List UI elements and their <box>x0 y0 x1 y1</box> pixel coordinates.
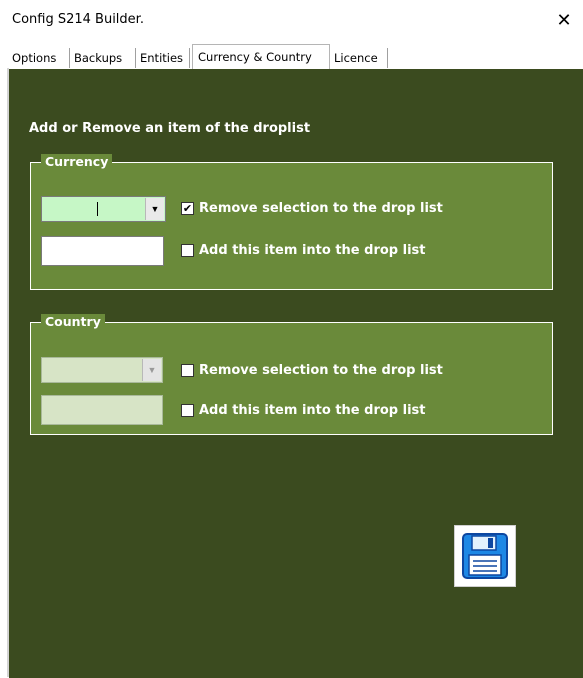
country-remove-checkbox-row[interactable]: Remove selection to the drop list <box>181 363 443 378</box>
tab-options[interactable]: Options <box>8 48 70 68</box>
country-add-checkbox-row[interactable]: Add this item into the drop list <box>181 403 425 418</box>
window-title: Config S214 Builder. <box>12 12 144 27</box>
text-cursor <box>97 202 98 216</box>
country-add-label: Add this item into the drop list <box>199 403 426 418</box>
close-button[interactable]: ✕ <box>545 0 583 40</box>
currency-dropdown-value <box>44 199 145 219</box>
country-remove-label: Remove selection to the drop list <box>199 363 443 378</box>
country-add-input[interactable] <box>41 395 163 425</box>
currency-add-checkbox-row[interactable]: Add this item into the drop list <box>181 243 425 258</box>
country-group: Country ▼ Remove selection to the drop l… <box>30 314 553 435</box>
currency-add-input[interactable] <box>41 236 164 266</box>
currency-add-checkbox[interactable] <box>181 244 194 257</box>
tab-backups[interactable]: Backups <box>70 48 136 68</box>
country-remove-checkbox[interactable] <box>181 364 194 377</box>
currency-add-label: Add this item into the drop list <box>199 243 426 258</box>
country-add-checkbox[interactable] <box>181 404 194 417</box>
close-icon: ✕ <box>556 9 572 30</box>
currency-group-title: Currency <box>41 154 113 169</box>
currency-group: Currency ▼ ✔ Remove selection to the dro… <box>30 154 553 290</box>
country-dropdown-value <box>44 360 142 380</box>
tab-entities[interactable]: Entities <box>136 48 190 68</box>
country-group-title: Country <box>41 314 105 329</box>
floppy-disk-icon <box>462 533 508 579</box>
title-bar: Config S214 Builder. ✕ <box>0 0 583 40</box>
currency-dropdown[interactable]: ▼ <box>41 196 166 222</box>
tab-licence[interactable]: Licence <box>330 48 388 68</box>
page-heading: Add or Remove an item of the droplist <box>29 121 311 136</box>
country-dropdown[interactable]: ▼ <box>41 357 163 383</box>
currency-remove-label: Remove selection to the drop list <box>199 201 443 216</box>
tab-currency-country[interactable]: Currency & Country <box>192 44 330 69</box>
save-button[interactable] <box>454 525 516 587</box>
chevron-down-icon[interactable]: ▼ <box>142 359 161 381</box>
chevron-down-icon[interactable]: ▼ <box>145 198 164 220</box>
currency-remove-checkbox-row[interactable]: ✔ Remove selection to the drop list <box>181 201 443 216</box>
currency-remove-checkbox[interactable]: ✔ <box>181 202 194 215</box>
tab-page-currency-country: Add or Remove an item of the droplist Cu… <box>9 68 583 678</box>
